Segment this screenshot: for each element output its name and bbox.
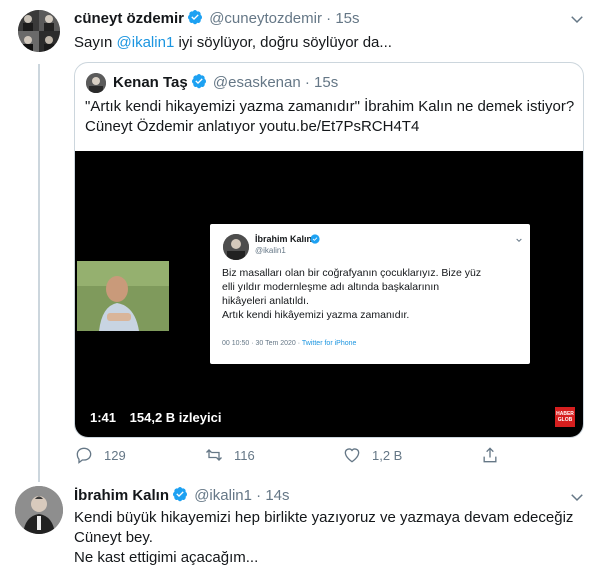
author-name[interactable]: İbrahim Kalın	[74, 487, 169, 504]
mention-link[interactable]: @ikalin1	[117, 34, 175, 51]
quote-text: "Artık kendi hikayemizi yazma zamanıdır"…	[85, 97, 580, 137]
avatar-ibrahim[interactable]	[15, 486, 63, 534]
inner-text-line4: Artık kendi hikâyemizi yazma zamanıdır.	[222, 309, 410, 321]
author-name[interactable]: cüneyt özdemir	[74, 10, 184, 27]
inner-meta-time: 00 10:50 · 30 Tem 2020 ·	[222, 340, 302, 347]
inner-tweet-meta: 00 10:50 · 30 Tem 2020 · Twitter for iPh…	[222, 340, 356, 347]
tweet-actions: 129 116 1,2 B	[74, 444, 584, 468]
tweet-text-line3: Ne kast ettigimi açacağım...	[74, 549, 259, 565]
like-button[interactable]: 1,2 B	[342, 444, 402, 466]
timestamp[interactable]: 14s	[265, 487, 289, 504]
tweet-text-suffix: iyi söylüyor, doğru söylüyor da...	[174, 34, 392, 51]
embedded-tweet-screenshot: İbrahim Kalın @ikalin1 Biz masalları ola…	[210, 224, 530, 364]
separator-dot: ·	[256, 487, 262, 504]
channel-logo-text: HABER GLOB	[556, 411, 574, 423]
separator-dot: ·	[326, 10, 332, 27]
inner-tweet-text: Biz masalları olan bir coğrafyanın çocuk…	[222, 266, 527, 322]
chevron-down-icon	[516, 238, 522, 243]
share-button[interactable]	[480, 444, 500, 466]
inner-text-line1: Biz masalları olan bir coğrafyanın çocuk…	[222, 267, 482, 279]
tweet-text-line1: Kendi büyük hikayemizi hep birlikte yazı…	[74, 509, 574, 526]
person-avatar-icon	[15, 486, 63, 534]
quote-header: Kenan Taş @esaskenan · 15s	[113, 73, 338, 91]
inner-meta-source: Twitter for iPhone	[301, 340, 357, 347]
tweet-text-line2: Cüneyt bey.	[74, 529, 153, 546]
reply-count: 129	[104, 447, 126, 463]
tweet-text-prefix: Sayın	[74, 34, 117, 51]
tweet-header: İbrahim Kalın @ikalin1 · 14s	[74, 486, 290, 504]
inner-text-line2: elli yıldır modernleşme adı altında başk…	[222, 281, 440, 293]
inner-avatar	[223, 234, 249, 260]
tweet-cuneyt[interactable]: cüneyt özdemir @cuneytozdemir · 15s Sayı…	[0, 0, 596, 482]
tweet-header: cüneyt özdemir @cuneytozdemir · 15s	[74, 9, 360, 27]
avatar-collage-icon	[18, 10, 60, 52]
thread-line	[38, 64, 40, 482]
reply-icon	[76, 447, 92, 464]
avatar-kenan[interactable]	[86, 73, 106, 93]
person-avatar-icon	[223, 234, 249, 260]
author-handle[interactable]: @ikalin1	[194, 487, 252, 504]
video-duration-badge: 1:41 154,2 B izleyici	[83, 407, 229, 429]
tweet-text: Sayın @ikalin1 iyi söylüyor, doğru söylü…	[74, 33, 392, 53]
verified-badge-icon	[173, 487, 188, 502]
channel-logo-badge: HABER GLOB	[555, 407, 575, 427]
video-views: 154,2 B izleyici	[129, 410, 222, 425]
quote-text-line1: "Artık kendi hikayemizi yazma zamanıdır"…	[85, 98, 575, 115]
inner-author-name: İbrahim Kalın	[255, 234, 313, 244]
quote-author-name[interactable]: Kenan Taş	[113, 74, 188, 91]
inner-author-handle: @ikalin1	[255, 246, 286, 255]
quoted-tweet-card[interactable]: Kenan Taş @esaskenan · 15s "Artık kendi …	[74, 62, 584, 438]
avatar-cuneyt[interactable]	[18, 10, 60, 52]
inner-text-line3: hikâyeleri anlatıldı.	[222, 295, 309, 307]
reply-button[interactable]: 129	[74, 444, 126, 466]
like-count: 1,2 B	[372, 447, 403, 463]
separator-dot: ·	[304, 74, 310, 91]
tweet-ibrahim[interactable]: İbrahim Kalın @ikalin1 · 14s Kendi büyük…	[0, 480, 596, 565]
chevron-down-icon[interactable]	[568, 488, 586, 506]
quote-text-line2: Cüneyt Özdemir anlatıyor youtu.be/Et7PsR…	[85, 118, 420, 135]
speaker-thumbnail	[77, 261, 169, 331]
verified-badge-icon	[310, 234, 320, 244]
speaker-image-icon	[77, 261, 169, 331]
heart-icon	[344, 448, 360, 463]
quote-timestamp[interactable]: 15s	[314, 74, 338, 91]
person-avatar-icon	[86, 73, 106, 93]
verified-badge-icon	[191, 74, 206, 89]
quote-author-handle[interactable]: @esaskenan	[213, 74, 301, 91]
retweet-button[interactable]: 116	[204, 444, 255, 466]
verified-badge-icon	[188, 10, 203, 25]
timestamp[interactable]: 15s	[335, 10, 359, 27]
author-handle[interactable]: @cuneytozdemir	[209, 10, 322, 27]
retweet-icon	[206, 449, 222, 461]
video-player[interactable]: İbrahim Kalın @ikalin1 Biz masalları ola…	[75, 151, 583, 437]
retweet-count: 116	[234, 447, 255, 463]
video-duration: 1:41	[90, 410, 117, 425]
share-icon	[483, 447, 497, 463]
chevron-down-icon[interactable]	[568, 10, 586, 28]
tweet-text: Kendi büyük hikayemizi hep birlikte yazı…	[74, 508, 589, 565]
